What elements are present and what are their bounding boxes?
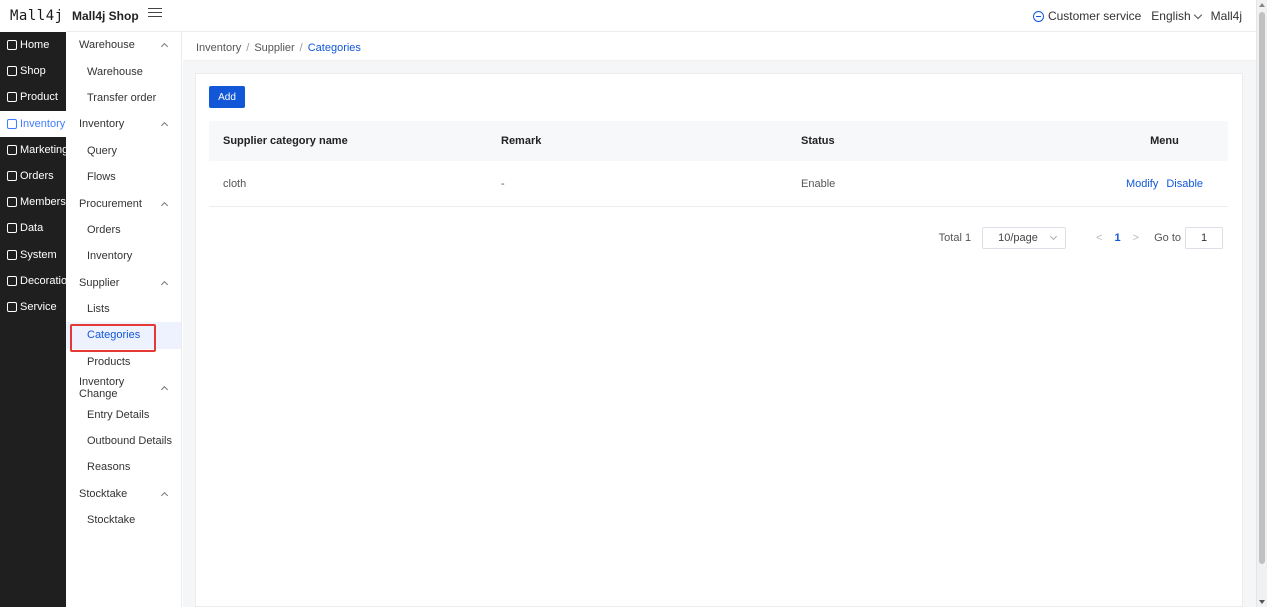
- header-remark: Remark: [501, 135, 542, 147]
- sidebar-item-query[interactable]: Query: [66, 138, 181, 164]
- scroll-down-icon[interactable]: [1259, 600, 1265, 604]
- product-icon: [7, 92, 17, 103]
- marketing-icon: [7, 144, 17, 155]
- service-icon: [7, 301, 17, 312]
- group-stocktake[interactable]: Stocktake: [66, 481, 181, 507]
- breadcrumb-inventory[interactable]: Inventory: [196, 42, 241, 54]
- goto-label: Go to: [1154, 232, 1181, 244]
- page-scrollbar[interactable]: [1256, 0, 1267, 607]
- chevron-up-icon: [160, 280, 169, 288]
- language-label: English: [1151, 9, 1191, 23]
- prev-page-button[interactable]: <: [1096, 232, 1102, 244]
- scroll-thumb[interactable]: [1259, 12, 1265, 564]
- orders-icon: [7, 171, 17, 182]
- sidebar-item-flows[interactable]: Flows: [66, 164, 181, 190]
- top-header: Mall4j Mall4j Shop Customer service Engl…: [0, 0, 1256, 32]
- header-right: Customer service English Mall4j: [1032, 0, 1242, 32]
- sidebar-item-transfer-order[interactable]: Transfer order: [66, 85, 181, 111]
- cell-menu: Modify Disable: [1101, 178, 1228, 190]
- scroll-up-icon[interactable]: [1259, 3, 1265, 7]
- sidebar-item-products[interactable]: Products: [66, 349, 181, 375]
- nav-inventory[interactable]: Inventory: [0, 110, 66, 137]
- nav-system[interactable]: System: [0, 242, 66, 268]
- nav-home[interactable]: Home: [0, 32, 66, 58]
- sidebar-item-reasons[interactable]: Reasons: [66, 454, 181, 480]
- pagination: Total 1 10/page < 1 > Go to: [939, 227, 1223, 249]
- breadcrumb-categories: Categories: [307, 42, 361, 54]
- chevron-up-icon: [160, 201, 169, 209]
- breadcrumb-separator: /: [299, 42, 303, 54]
- nav-members[interactable]: Members: [0, 189, 66, 215]
- sidebar-item-outbound-details[interactable]: Outbound Details: [66, 428, 181, 454]
- chevron-up-icon: [160, 43, 169, 51]
- add-button[interactable]: Add: [209, 86, 245, 108]
- logo-area: Mall4j: [0, 0, 66, 32]
- data-icon: [7, 223, 17, 234]
- shop-icon: [7, 66, 17, 77]
- modify-link[interactable]: Modify: [1126, 178, 1158, 190]
- chevron-up-icon: [160, 491, 169, 499]
- disable-link[interactable]: Disable: [1166, 178, 1203, 190]
- header-status: Status: [801, 135, 835, 147]
- system-icon: [7, 249, 17, 260]
- secondary-sidebar: Warehouse Warehouse Transfer order Inven…: [66, 32, 182, 607]
- cell-remark: -: [501, 177, 505, 190]
- goto-input[interactable]: [1185, 227, 1223, 249]
- menu-collapse-icon[interactable]: [148, 8, 162, 22]
- next-page-button[interactable]: >: [1133, 232, 1139, 244]
- nav-service[interactable]: Service: [0, 294, 66, 320]
- page-size-value: 10/page: [998, 232, 1038, 244]
- cell-category-name: cloth: [223, 177, 247, 190]
- group-procurement[interactable]: Procurement: [66, 190, 181, 216]
- nav-decoration[interactable]: Decoration: [0, 268, 66, 294]
- group-inventory[interactable]: Inventory: [66, 111, 181, 137]
- nav-marketing[interactable]: Marketing: [0, 137, 66, 163]
- page-size-select[interactable]: 10/page: [982, 227, 1067, 249]
- cell-status: Enable: [801, 177, 836, 190]
- nav-data[interactable]: Data: [0, 215, 66, 241]
- group-supplier[interactable]: Supplier: [66, 270, 181, 296]
- members-icon: [7, 197, 17, 208]
- customer-service-link[interactable]: Customer service: [1032, 9, 1142, 23]
- inventory-icon: [7, 118, 17, 129]
- pagination-total: Total 1: [938, 232, 972, 244]
- header-menu: Menu: [1150, 135, 1179, 147]
- breadcrumb: Inventory / Supplier / Categories: [196, 42, 361, 54]
- decoration-icon: [7, 275, 17, 286]
- header-category-name: Supplier category name: [223, 135, 348, 147]
- chevron-up-icon: [160, 122, 169, 130]
- customer-service-label: Customer service: [1047, 9, 1142, 23]
- user-menu[interactable]: Mall4j: [1211, 9, 1242, 23]
- home-icon: [7, 40, 17, 51]
- breadcrumb-separator: /: [246, 42, 250, 54]
- chevron-down-icon: [1050, 232, 1058, 241]
- table-header: Supplier category name Remark Status Men…: [209, 121, 1228, 161]
- group-warehouse[interactable]: Warehouse: [66, 32, 181, 58]
- language-select[interactable]: English: [1151, 9, 1202, 23]
- nav-orders[interactable]: Orders: [0, 163, 66, 189]
- sidebar-item-procurement-inventory[interactable]: Inventory: [66, 243, 181, 269]
- chat-icon: [1032, 10, 1044, 22]
- logo: Mall4j: [10, 8, 64, 24]
- sidebar-item-procurement-orders[interactable]: Orders: [66, 217, 181, 243]
- chevron-down-icon: [1193, 10, 1202, 19]
- nav-product[interactable]: Product: [0, 84, 66, 110]
- sidebar-item-categories[interactable]: Categories: [66, 322, 181, 349]
- sidebar-item-lists[interactable]: Lists: [66, 296, 181, 322]
- sidebar-item-entry-details[interactable]: Entry Details: [66, 401, 181, 427]
- primary-sidebar: Home Shop Product Inventory Marketing Or…: [0, 32, 66, 607]
- goto-page: Go to: [1154, 227, 1223, 249]
- categories-table: Supplier category name Remark Status Men…: [209, 121, 1228, 207]
- page-number[interactable]: 1: [1115, 232, 1121, 244]
- shop-name: Mall4j Shop: [72, 9, 139, 23]
- sidebar-item-stocktake[interactable]: Stocktake: [66, 507, 181, 533]
- nav-shop[interactable]: Shop: [0, 58, 66, 84]
- table-row: cloth - Enable Modify Disable: [209, 161, 1228, 207]
- breadcrumb-supplier[interactable]: Supplier: [254, 42, 294, 54]
- group-inventory-change[interactable]: Inventory Change: [66, 375, 181, 401]
- sidebar-item-warehouse[interactable]: Warehouse: [66, 58, 181, 84]
